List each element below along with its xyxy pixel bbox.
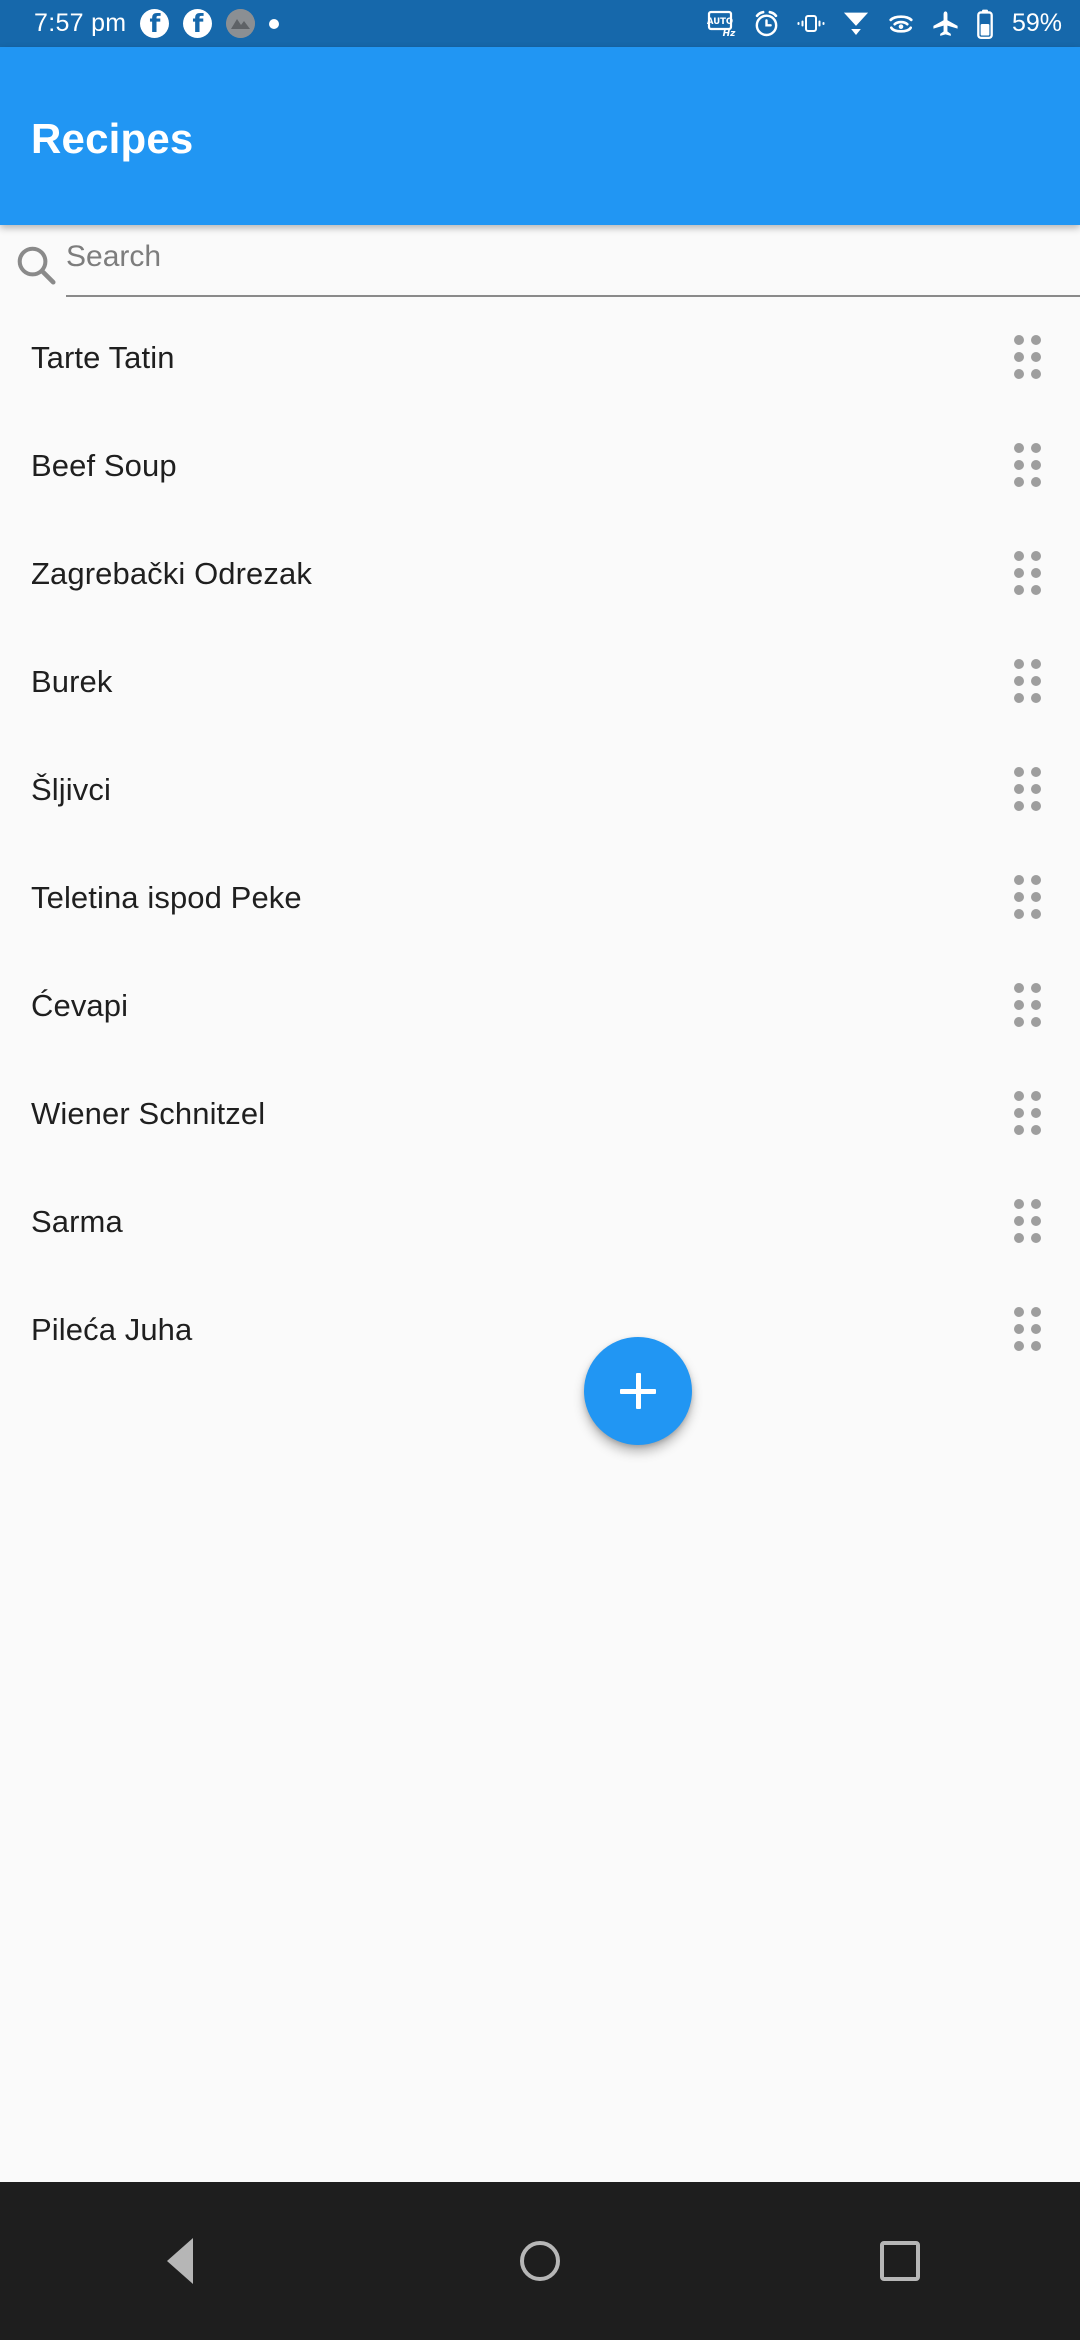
back-triangle-icon	[167, 2238, 193, 2284]
app-avatar-icon	[226, 9, 256, 38]
recipe-list-item[interactable]: Sarma	[0, 1167, 1080, 1275]
recipe-name-label: Tarte Tatin	[31, 339, 175, 375]
auto-hz-icon: AUTO Hz	[707, 9, 737, 39]
drag-handle-icon[interactable]	[1014, 1199, 1041, 1243]
recipe-name-label: Ćevapi	[31, 987, 129, 1023]
recipe-list-item[interactable]: Ćevapi	[0, 951, 1080, 1059]
status-bar: 7:57 pm f f AUTO Hz 59%	[0, 0, 1080, 47]
recipe-name-label: Wiener Schnitzel	[31, 1095, 266, 1131]
nav-recents-button[interactable]	[820, 2182, 980, 2340]
notification-dot-icon	[269, 18, 280, 29]
vibrate-icon	[796, 9, 826, 38]
app-bar: Recipes	[0, 47, 1080, 225]
search-input[interactable]	[66, 240, 1080, 280]
recipe-name-label: Šljivci	[31, 771, 111, 807]
drag-handle-icon[interactable]	[1014, 659, 1041, 703]
search-icon	[8, 237, 64, 293]
drag-handle-icon[interactable]	[1014, 983, 1041, 1027]
add-recipe-fab[interactable]	[584, 1337, 692, 1445]
system-navigation-bar	[0, 2182, 1080, 2340]
recipe-list-item[interactable]: Pileća Juha	[0, 1275, 1080, 1383]
phone-screen: 7:57 pm f f AUTO Hz 59% Recipes Search T…	[0, 0, 1080, 2340]
plus-icon	[618, 1371, 658, 1411]
status-bar-right: AUTO Hz 59%	[707, 9, 1062, 39]
nav-home-button[interactable]	[460, 2182, 620, 2340]
search-bar	[0, 225, 1080, 303]
status-bar-clock: 7:57 pm	[34, 9, 127, 37]
recipe-list-item[interactable]: Šljivci	[0, 735, 1080, 843]
recipe-list-item[interactable]: Beef Soup	[0, 411, 1080, 519]
airplane-mode-icon	[931, 9, 960, 38]
drag-handle-icon[interactable]	[1014, 1091, 1041, 1135]
nav-back-button[interactable]	[100, 2182, 260, 2340]
recipe-name-label: Pileća Juha	[31, 1311, 193, 1347]
svg-text:AUTO: AUTO	[707, 17, 733, 27]
drag-handle-icon[interactable]	[1014, 767, 1041, 811]
recipe-list-item[interactable]: Zagrebački Odrezak	[0, 519, 1080, 627]
alarm-icon	[752, 9, 781, 38]
recipe-name-label: Zagrebački Odrezak	[31, 555, 312, 591]
recipe-list-item[interactable]: Tarte Tatin	[0, 303, 1080, 411]
drag-handle-icon[interactable]	[1014, 335, 1041, 379]
drag-handle-icon[interactable]	[1014, 551, 1041, 595]
facebook-icon: f	[140, 9, 170, 38]
drag-handle-icon[interactable]	[1014, 875, 1041, 919]
search-field[interactable]	[66, 225, 1080, 297]
mobile-signal-icon	[841, 9, 871, 38]
svg-text:Hz: Hz	[723, 29, 737, 39]
recipe-list-item[interactable]: Burek	[0, 627, 1080, 735]
wifi-icon	[886, 9, 916, 38]
drag-handle-icon[interactable]	[1014, 443, 1041, 487]
recipe-name-label: Teletina ispod Peke	[31, 879, 302, 915]
recipe-name-label: Beef Soup	[31, 447, 177, 483]
battery-icon	[975, 9, 995, 39]
recipe-list-item[interactable]: Teletina ispod Peke	[0, 843, 1080, 951]
drag-handle-icon[interactable]	[1014, 1307, 1041, 1351]
recipe-list: Tarte Tatin Beef Soup Zagrebački Odrezak Bu…	[0, 303, 1080, 1383]
recipe-name-label: Sarma	[31, 1203, 123, 1239]
recents-square-icon	[880, 2241, 920, 2281]
recipe-list-item[interactable]: Wiener Schnitzel	[0, 1059, 1080, 1167]
battery-percent-label: 59%	[1011, 9, 1062, 37]
home-circle-icon	[520, 2241, 560, 2281]
recipe-name-label: Burek	[31, 663, 113, 699]
page-title: Recipes	[31, 115, 194, 162]
status-bar-left: 7:57 pm f f	[34, 9, 280, 38]
facebook-icon: f	[183, 9, 213, 38]
